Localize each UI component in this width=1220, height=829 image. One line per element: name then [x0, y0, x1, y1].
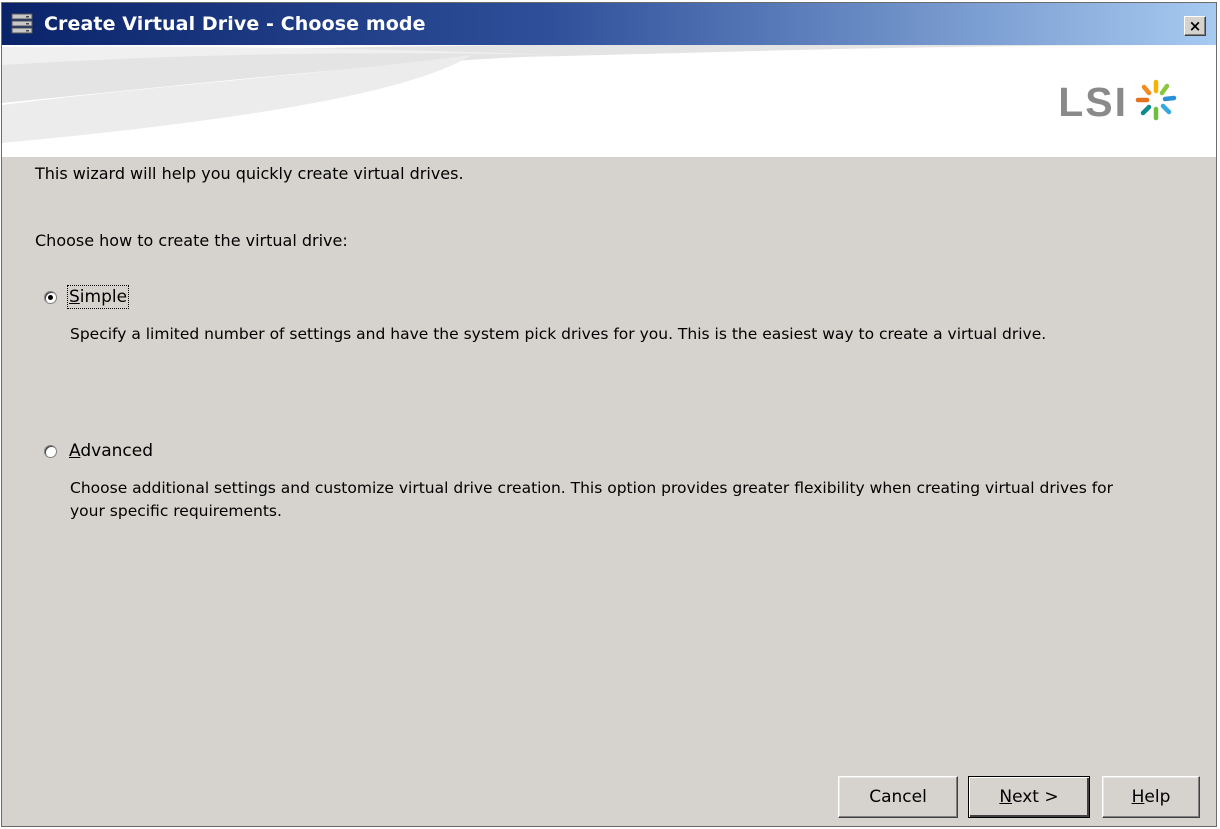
simple-mnemonic: S — [69, 287, 80, 307]
help-label-rest: elp — [1144, 787, 1171, 807]
advanced-radio[interactable] — [44, 444, 57, 458]
close-button[interactable]: × — [1184, 16, 1206, 36]
title-bar[interactable]: Create Virtual Drive - Choose mode × — [2, 3, 1216, 45]
intro-text: This wizard will help you quickly create… — [35, 164, 464, 183]
simple-option[interactable]: Simple — [44, 285, 130, 309]
window-title: Create Virtual Drive - Choose mode — [44, 13, 426, 35]
advanced-label-rest: dvanced — [80, 441, 153, 461]
close-icon: × — [1188, 16, 1202, 35]
create-virtual-drive-dialog: Create Virtual Drive - Choose mode × LSI — [1, 2, 1217, 827]
simple-radio[interactable] — [44, 290, 57, 304]
simple-description: Specify a limited number of settings and… — [70, 325, 1047, 343]
header-banner: LSI — [2, 45, 1216, 157]
next-mnemonic: N — [999, 787, 1013, 807]
lsi-starburst-icon — [1134, 78, 1178, 126]
advanced-description: Choose additional settings and customize… — [70, 479, 1114, 520]
mode-prompt: Choose how to create the virtual drive: — [35, 231, 348, 250]
help-button[interactable]: Help — [1102, 776, 1200, 818]
banner-swoosh — [2, 45, 1216, 143]
advanced-mnemonic: A — [69, 441, 81, 461]
next-button[interactable]: Next > — [968, 776, 1090, 818]
advanced-label[interactable]: Advanced — [69, 441, 153, 461]
simple-label[interactable]: Simple — [66, 285, 130, 309]
cancel-button[interactable]: Cancel — [838, 776, 958, 818]
help-mnemonic: H — [1131, 787, 1145, 807]
lsi-logo: LSI — [1058, 78, 1178, 126]
simple-label-rest: imple — [79, 287, 128, 307]
advanced-option[interactable]: Advanced — [44, 441, 153, 461]
wizard-content: This wizard will help you quickly create… — [2, 157, 1216, 826]
next-label-rest: ext > — [1012, 787, 1059, 807]
logo-text: LSI — [1058, 78, 1128, 125]
drive-stack-icon — [10, 13, 34, 35]
